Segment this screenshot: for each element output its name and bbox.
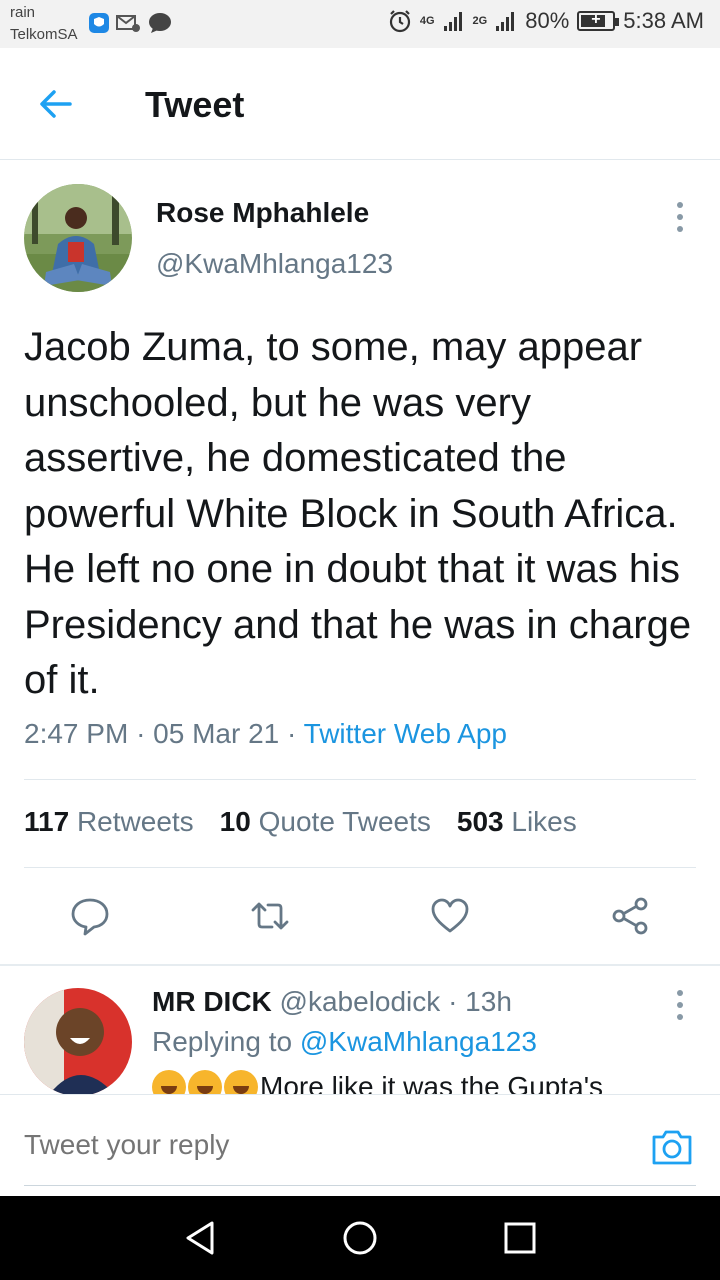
tweet-meta: 2:47 PM · 05 Mar 21 · Twitter Web App xyxy=(24,718,507,750)
share-icon[interactable] xyxy=(610,896,650,936)
likes-stat[interactable]: 503 Likes xyxy=(457,806,577,838)
quotes-count: 10 xyxy=(219,806,251,837)
reply-input[interactable] xyxy=(24,1129,624,1161)
tweet-time: 2:47 PM xyxy=(24,718,129,749)
replying-to-mention[interactable]: @KwaMhlanga123 xyxy=(300,1026,537,1057)
quotes-stat[interactable]: 10 Quote Tweets xyxy=(220,806,431,838)
tweet-date: 05 Mar 21 xyxy=(153,718,280,749)
page-title: Tweet xyxy=(145,84,245,125)
quotes-label: Quote Tweets xyxy=(258,806,431,837)
retweets-count: 117 xyxy=(24,806,70,837)
replying-to: Replying to @KwaMhlanga123 xyxy=(152,1026,537,1058)
replying-to-label: Replying to xyxy=(152,1026,293,1057)
reply-avatar[interactable] xyxy=(24,988,132,1094)
reply-composer xyxy=(0,1094,720,1196)
carrier-top: rain xyxy=(10,4,36,21)
reply-author-name[interactable]: MR DICK xyxy=(152,986,272,1017)
status-bar: rain TelkomSA 4G 2G 80% + 5:38 AM xyxy=(0,0,720,48)
network-4g-label: 4G xyxy=(419,15,435,27)
notification-icons xyxy=(88,12,172,34)
signal-icon xyxy=(443,12,462,31)
message-icon xyxy=(149,13,171,33)
back-triangle-icon[interactable] xyxy=(180,1218,220,1258)
tweet-stats: 117 Retweets 10 Quote Tweets 503 Likes xyxy=(24,806,577,838)
composer-underline xyxy=(24,1185,696,1186)
reply-text: More like it was the Gupta's xyxy=(260,1071,604,1094)
network-2g-label: 2G xyxy=(472,15,488,27)
navigation-bar xyxy=(0,1196,720,1280)
clock: 5:38 AM xyxy=(623,8,704,33)
divider xyxy=(24,867,696,868)
battery-icon: + xyxy=(577,11,620,31)
alarm-icon xyxy=(389,10,410,33)
reply-age: 13h xyxy=(465,986,512,1017)
reply-separator: · xyxy=(448,986,458,1017)
retweets-stat[interactable]: 117 Retweets xyxy=(24,806,194,838)
signal-icon-2 xyxy=(496,12,515,31)
likes-count: 503 xyxy=(456,806,504,837)
camera-icon[interactable] xyxy=(650,1127,694,1167)
home-circle-icon[interactable] xyxy=(340,1218,380,1258)
laughing-emoji-icon xyxy=(224,1070,258,1094)
carrier-bottom: TelkomSA xyxy=(10,26,78,43)
heart-icon[interactable] xyxy=(430,896,470,936)
recents-square-icon[interactable] xyxy=(500,1218,540,1258)
likes-label: Likes xyxy=(511,806,577,837)
laughing-emoji-icon xyxy=(188,1070,222,1094)
reply-author-handle[interactable]: @kabelodick xyxy=(280,986,441,1017)
app-header: Tweet xyxy=(0,48,720,160)
reply-tweet[interactable]: MR DICK @kabelodick · 13h Replying to @K… xyxy=(0,966,720,1094)
more-vertical-icon[interactable] xyxy=(670,200,690,234)
divider xyxy=(24,779,696,780)
author-handle[interactable]: @KwaMhlanga123 xyxy=(156,248,393,280)
reply-text-row: More like it was the Gupta's xyxy=(152,1070,603,1094)
more-vertical-icon[interactable] xyxy=(670,988,690,1022)
meta-separator: · xyxy=(136,718,146,749)
author-name[interactable]: Rose Mphahlele xyxy=(156,197,369,229)
tweet-text: Jacob Zuma, to some, may appear unschool… xyxy=(24,325,692,702)
author-avatar[interactable] xyxy=(24,184,132,292)
arrow-left-icon[interactable] xyxy=(36,84,76,124)
shield-app-icon xyxy=(89,13,109,33)
mail-settings-icon xyxy=(116,15,140,32)
laughing-emoji-icon xyxy=(152,1070,186,1094)
comment-icon[interactable] xyxy=(70,896,110,936)
system-status-icons: 4G 2G 80% + 5:38 AM xyxy=(388,8,704,34)
tweet-source-link[interactable]: Twitter Web App xyxy=(304,718,507,749)
retweets-label: Retweets xyxy=(76,806,194,837)
retweet-icon[interactable] xyxy=(250,896,290,936)
meta-separator: · xyxy=(287,718,297,749)
reply-header: MR DICK @kabelodick · 13h xyxy=(152,986,512,1018)
battery-percent: 80% xyxy=(525,8,570,33)
